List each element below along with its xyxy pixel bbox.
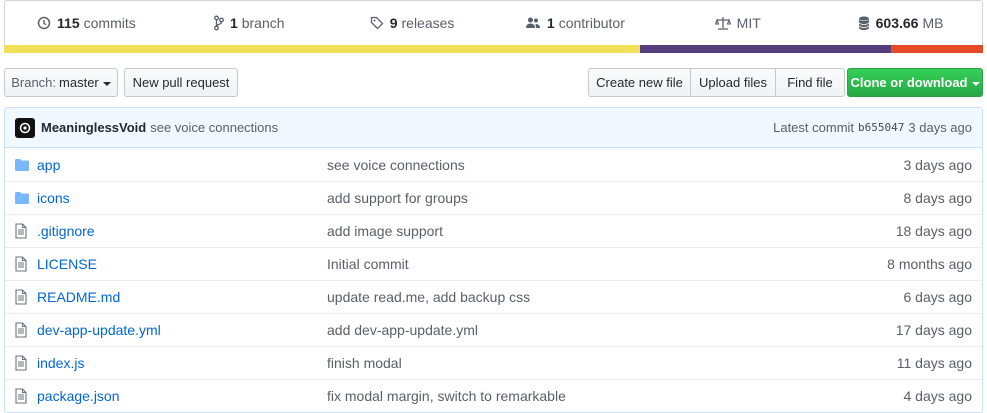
branch-icon [213, 15, 224, 31]
commit-author-link[interactable]: MeaninglessVoid [41, 120, 146, 135]
branch-prefix: Branch: [11, 75, 57, 90]
branches-link[interactable]: 1 branch [168, 15, 331, 31]
repo-size: 603.66 MB [819, 15, 982, 31]
file-commit-message-link[interactable]: finish modal [327, 355, 897, 371]
releases-link[interactable]: 9 releases [331, 15, 494, 31]
file-actions: Create new file Upload files Find file [588, 68, 845, 97]
file-age: 3 days ago [903, 156, 973, 173]
file-name-link[interactable]: package.json [37, 388, 327, 404]
file-age: 18 days ago [895, 223, 972, 239]
language-bar[interactable] [4, 45, 983, 53]
file-commit-message-link[interactable]: fix modal margin, switch to remarkable [327, 388, 904, 404]
commits-link[interactable]: 115 commits [5, 15, 168, 31]
file-navigation: Branch: master New pull request Create n… [4, 68, 983, 97]
file-age: 8 months ago [887, 256, 972, 272]
file-icon [15, 355, 31, 371]
contributors-count: 1 [546, 15, 555, 31]
commit-sha-link[interactable]: b655047 [858, 121, 904, 134]
license-label: MIT [736, 15, 761, 31]
commit-age: 3 days ago [908, 120, 972, 135]
file-name-link[interactable]: README.md [37, 289, 327, 305]
file-icon [15, 289, 31, 305]
file-age: 11 days ago [896, 355, 972, 371]
table-row: app see voice connections 3 days ago [5, 148, 982, 181]
folder-icon [15, 158, 31, 171]
license-link[interactable]: MIT [656, 15, 819, 31]
releases-count: 9 [389, 15, 398, 31]
table-row: dev-app-update.yml add dev-app-update.yml… [5, 313, 982, 346]
file-commit-message-link[interactable]: add support for groups [327, 190, 904, 206]
avatar[interactable] [15, 117, 35, 138]
file-table: MeaninglessVoid see voice connections La… [4, 107, 983, 413]
language-segment[interactable] [4, 45, 641, 53]
language-segment[interactable] [890, 45, 983, 53]
commits-label: commits [83, 15, 136, 31]
file-commit-message-link[interactable]: update read.me, add backup css [327, 289, 904, 305]
tag-icon [370, 15, 384, 31]
chevron-down-icon [102, 81, 111, 86]
people-icon [525, 15, 541, 31]
table-row: .gitignore add image support 18 days ago [5, 214, 982, 247]
file-name-link[interactable]: index.js [37, 355, 327, 371]
clone-or-download-button[interactable]: Clone or download [847, 68, 983, 97]
clone-label: Clone or download [850, 75, 968, 90]
file-icon [15, 223, 31, 239]
size-label: MB [922, 15, 944, 31]
chevron-down-icon [971, 81, 980, 86]
branch-name: master [59, 75, 99, 90]
commit-message-link[interactable]: see voice connections [150, 120, 278, 135]
file-age: 6 days ago [903, 289, 973, 305]
latest-commit-info: Latest commit b655047 3 days ago [773, 120, 972, 135]
branches-label: branch [241, 15, 285, 31]
table-row: package.json fix modal margin, switch to … [5, 379, 982, 412]
table-row: index.js finish modal 11 days ago [5, 346, 982, 379]
file-icon [15, 256, 31, 272]
table-row: README.md update read.me, add backup css 6… [5, 280, 982, 313]
contributors-link[interactable]: 1 contributor [493, 15, 656, 31]
table-row: icons add support for groups 8 days ago [5, 181, 982, 214]
language-segment[interactable] [640, 45, 891, 53]
branch-select-button[interactable]: Branch: master [4, 68, 118, 97]
releases-label: releases [401, 15, 455, 31]
history-icon [37, 15, 51, 31]
upload-files-button[interactable]: Upload files [690, 68, 776, 97]
file-age: 8 days ago [903, 190, 973, 206]
new-pull-request-button[interactable]: New pull request [124, 68, 238, 97]
file-name-link[interactable]: .gitignore [37, 223, 327, 239]
database-icon [858, 15, 870, 31]
find-file-button[interactable]: Find file [775, 68, 845, 97]
size-count: 603.66 [875, 15, 919, 31]
file-icon [15, 388, 31, 404]
latest-commit-prefix: Latest commit [773, 120, 855, 135]
file-name-link[interactable]: dev-app-update.yml [37, 322, 327, 338]
file-commit-message-link[interactable]: Initial commit [327, 256, 887, 272]
contributors-label: contributor [558, 15, 625, 31]
file-commit-message-link[interactable]: see voice connections [327, 157, 904, 173]
law-icon [714, 15, 731, 31]
file-icon [15, 322, 31, 338]
latest-commit-bar: MeaninglessVoid see voice connections La… [5, 108, 982, 148]
table-row: LICENSE Initial commit 8 months ago [5, 247, 982, 280]
file-commit-message-link[interactable]: add image support [327, 223, 896, 239]
commits-count: 115 [57, 15, 80, 31]
file-name-link[interactable]: app [37, 157, 327, 173]
file-commit-message-link[interactable]: add dev-app-update.yml [327, 322, 896, 338]
folder-icon [15, 192, 31, 204]
file-name-link[interactable]: LICENSE [37, 256, 327, 272]
repo-summary: 115 commits 1 branch 9 releases 1 contri… [4, 0, 983, 53]
file-age: 17 days ago [895, 322, 972, 338]
branches-count: 1 [229, 15, 238, 31]
create-new-file-button[interactable]: Create new file [588, 68, 691, 97]
file-name-link[interactable]: icons [37, 190, 327, 206]
file-list: app see voice connections 3 days ago icons a… [5, 148, 982, 412]
file-age: 4 days ago [903, 388, 973, 404]
